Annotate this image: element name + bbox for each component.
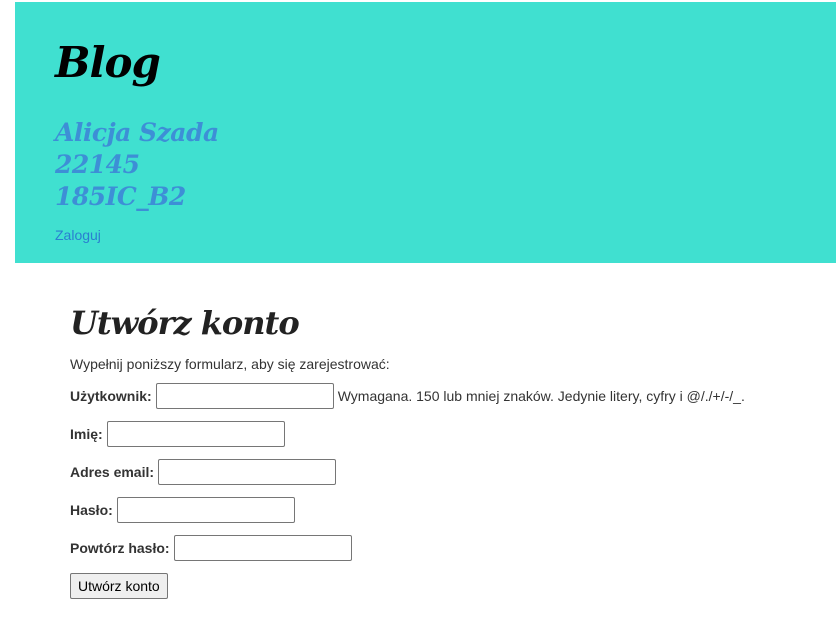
username-label: Użytkownik: xyxy=(70,388,152,404)
password-input[interactable] xyxy=(116,497,295,523)
password-confirm-row: Powtórz hasło: xyxy=(70,535,352,561)
email-field[interactable] xyxy=(158,459,337,485)
signup-form: Utwórz konto Wypełnij poniższy formularz… xyxy=(70,303,810,599)
username-row: Użytkownik: Wymagana. 150 lub mniej znak… xyxy=(70,383,745,409)
page: Blog Alicja Szada 22145 185IC_B2 Zaloguj… xyxy=(0,0,836,626)
author-info: Alicja Szada 22145 185IC_B2 xyxy=(55,117,219,213)
author-group: 185IC_B2 xyxy=(55,182,186,211)
blog-title: Blog xyxy=(55,38,161,87)
email-row: Adres email: xyxy=(70,459,337,485)
login-link[interactable]: Zaloguj xyxy=(55,227,101,243)
page-title: Utwórz konto xyxy=(70,304,300,342)
password-confirm-label: Powtórz hasło: xyxy=(70,540,170,556)
site-header: Blog Alicja Szada 22145 185IC_B2 Zaloguj xyxy=(15,2,836,263)
create-account-button[interactable]: Utwórz konto xyxy=(70,573,168,599)
first-name-label: Imię: xyxy=(70,426,103,442)
password-row: Hasło: xyxy=(70,497,295,523)
form-intro: Wypełnij poniższy formularz, aby się zar… xyxy=(70,356,390,372)
email-label: Adres email: xyxy=(70,464,155,480)
author-id: 22145 xyxy=(55,150,140,179)
password-label: Hasło: xyxy=(70,502,113,518)
author-name: Alicja Szada xyxy=(55,118,219,147)
password-confirm-input[interactable] xyxy=(173,535,352,561)
first-name-input[interactable] xyxy=(106,421,285,447)
first-name-row: Imię: xyxy=(70,421,285,447)
username-help-text: Wymagana. 150 lub mniej znaków. Jedynie … xyxy=(337,388,745,404)
username-input[interactable] xyxy=(155,383,334,409)
